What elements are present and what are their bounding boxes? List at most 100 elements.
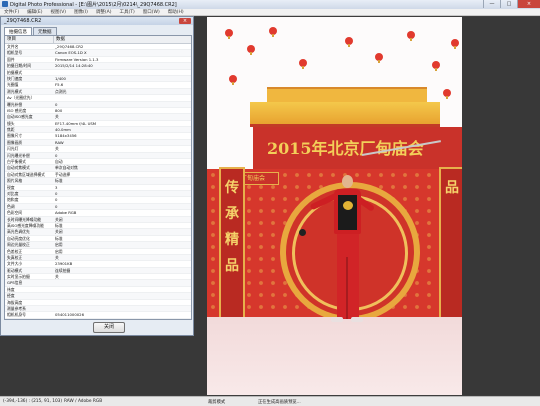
row-item-label: 长时间曝光降噪功能 bbox=[7, 216, 42, 222]
shooting-info-dialog: _29Q7468.CR2 × 拍摄信息 元数据 项目 数据 文件名 _29Q746… bbox=[0, 16, 194, 336]
lantern bbox=[269, 27, 277, 37]
row-item-value bbox=[53, 70, 191, 75]
row-item-label: 快门速度 bbox=[7, 75, 23, 81]
row-item-value: 0 bbox=[55, 190, 58, 196]
column-header-item[interactable]: 项目 bbox=[5, 36, 54, 43]
row-item-value: 5184x3456 bbox=[55, 133, 77, 139]
row-item-value: 关闭 bbox=[55, 216, 63, 222]
row-item-value bbox=[53, 280, 191, 285]
app-title: Digital Photo Professional - [E:\图片\2015… bbox=[10, 2, 177, 8]
row-item-value: 关闭 bbox=[55, 229, 63, 235]
row-item-label: 实时显示拍摄 bbox=[7, 274, 30, 280]
row-item-label: 图像尺寸 bbox=[7, 133, 23, 139]
maximize-button[interactable]: □ bbox=[500, 0, 517, 8]
row-item-value: 0 bbox=[55, 197, 58, 203]
table-header: 项目 数据 bbox=[5, 36, 191, 44]
close-button[interactable]: 关闭 bbox=[93, 322, 125, 333]
row-item-value: 启用 bbox=[55, 242, 63, 248]
close-window-button[interactable]: × bbox=[517, 0, 540, 8]
menu-edit[interactable]: 编辑(E) bbox=[27, 9, 42, 15]
menu-view[interactable]: 视图(V) bbox=[50, 9, 66, 15]
performer-legs bbox=[337, 233, 359, 319]
dialog-close-icon[interactable]: × bbox=[179, 18, 191, 24]
row-item-value: 关 bbox=[55, 114, 59, 120]
row-item-label: ISO 感光度 bbox=[7, 107, 27, 113]
row-item-value: Firmware Version 1.1.3 bbox=[55, 56, 99, 62]
menu-window[interactable]: 窗口(W) bbox=[143, 9, 160, 15]
row-item-value: 标准 bbox=[55, 235, 63, 241]
row-item-value: EF17-40mm f/4L USM bbox=[55, 120, 97, 126]
row-item-label: 照片风格 bbox=[7, 178, 23, 184]
menu-file[interactable]: 文件(F) bbox=[4, 9, 19, 15]
app-icon bbox=[2, 1, 8, 7]
row-item-value: 点测光 bbox=[55, 88, 67, 94]
row-item-value bbox=[53, 287, 191, 292]
row-item-value: 启用 bbox=[55, 248, 63, 254]
row-item-label: 自动ISO感光度 bbox=[7, 114, 33, 120]
row-item-value: 3 bbox=[55, 184, 58, 190]
lantern bbox=[345, 37, 353, 47]
performer-glove bbox=[299, 229, 306, 236]
row-item-label: 镜头 bbox=[7, 120, 15, 126]
row-item-label: 锐度 bbox=[7, 184, 15, 190]
status-coordinates: (-394,-136) : (215, 91, 103) bbox=[3, 399, 63, 404]
row-item-label: 相机型号 bbox=[7, 50, 23, 56]
lantern bbox=[225, 29, 233, 39]
menu-image[interactable]: 图像(I) bbox=[74, 9, 88, 15]
vest-emblem bbox=[343, 201, 353, 210]
row-item-value: 标准 bbox=[55, 178, 63, 184]
row-item-label: 饱和度 bbox=[7, 197, 19, 203]
table-row[interactable]: 评级无 bbox=[5, 318, 191, 320]
row-item-label: 拍摄模式 bbox=[7, 69, 23, 75]
row-item-label: 光圈值 bbox=[7, 82, 19, 88]
row-item-value: 1/400 bbox=[55, 75, 66, 81]
row-item-value bbox=[53, 293, 191, 298]
lantern bbox=[443, 89, 451, 99]
row-item-value: F5.6 bbox=[55, 82, 64, 88]
row-item-label: 测光模式 bbox=[7, 88, 23, 94]
column-header-data[interactable]: 数据 bbox=[54, 36, 65, 43]
row-item-label: 色彩空间 bbox=[7, 210, 23, 216]
gate-roof bbox=[250, 102, 440, 127]
row-item-value: 23901KB bbox=[55, 261, 73, 267]
row-item-label: 色调 bbox=[7, 203, 15, 209]
row-item-value: 0 bbox=[55, 101, 58, 107]
menu-adjust[interactable]: 调整(A) bbox=[96, 9, 112, 15]
lantern bbox=[229, 75, 237, 85]
row-item-label: 曝光补偿 bbox=[7, 101, 23, 107]
row-item-value: _29Q7468.CR2 bbox=[55, 44, 84, 49]
row-item-label: 驱动模式 bbox=[7, 267, 23, 273]
row-item-label: 相机机身号 bbox=[7, 312, 26, 318]
right-pillar: 品 bbox=[439, 167, 462, 319]
lantern bbox=[299, 59, 307, 69]
status-mode: 裁剪模式 bbox=[208, 400, 226, 405]
row-item-value bbox=[53, 95, 191, 100]
menu-tools[interactable]: 工具(T) bbox=[120, 9, 135, 15]
window-buttons: — □ × bbox=[483, 0, 540, 8]
row-item-label: Av（光圈优先） bbox=[7, 95, 35, 101]
lantern bbox=[375, 53, 383, 63]
row-item-label: 闪光曝光补偿 bbox=[7, 152, 30, 158]
row-item-label: 评级 bbox=[5, 319, 53, 320]
row-item-label: 周边光量校正 bbox=[7, 242, 30, 248]
minimize-button[interactable]: — bbox=[483, 0, 500, 8]
status-color-space: RAW / Adobe RGB bbox=[64, 399, 103, 404]
row-item-label: 自动亮度优化 bbox=[7, 235, 30, 241]
row-item-label: 闪光灯 bbox=[7, 146, 19, 152]
row-item-value: 手动选择 bbox=[55, 171, 71, 177]
row-item-value: 关 bbox=[55, 274, 59, 280]
menu-bar: 文件(F) 编辑(E) 视图(V) 图像(I) 调整(A) 工具(T) 窗口(W… bbox=[0, 9, 540, 16]
status-progress-text: 正在生成高画质预览... bbox=[258, 400, 301, 405]
right-pillar-text: 品 bbox=[445, 180, 459, 196]
dialog-title-bar: _29Q7468.CR2 × bbox=[1, 17, 193, 25]
row-item-label: 高ISO感光度降噪功能 bbox=[7, 222, 44, 228]
row-item-label: 固件 bbox=[7, 56, 15, 62]
row-item-label: 测量参考系 bbox=[7, 306, 26, 312]
photo-preview[interactable]: 2015年北京厂甸庙会 厂甸庙会 传承精品 品 bbox=[207, 17, 462, 395]
row-item-value: 标准 bbox=[55, 222, 63, 228]
row-item-value: 054011000026 bbox=[55, 312, 84, 318]
row-item-value: 无 bbox=[53, 319, 191, 320]
menu-help[interactable]: 帮助(H) bbox=[168, 9, 184, 15]
row-item-label: 失真校正 bbox=[7, 254, 23, 260]
row-item-value bbox=[53, 300, 191, 305]
